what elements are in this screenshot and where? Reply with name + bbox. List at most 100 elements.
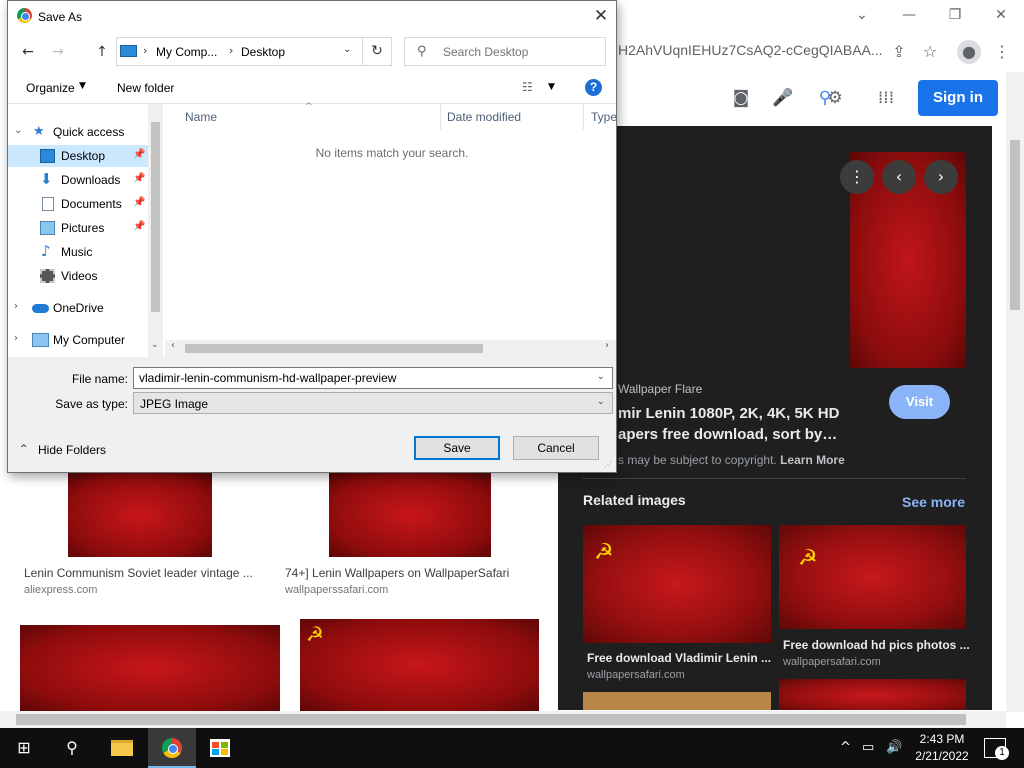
sign-in-button[interactable]: Sign in — [918, 80, 998, 116]
nav-item-videos[interactable]: Videos — [8, 265, 148, 287]
navigation-pane: ⌄ ★ Quick access Desktop 📌 ⬇ Downloads 📌… — [8, 104, 163, 357]
nav-item-documents[interactable]: Documents 📌 — [8, 193, 148, 215]
close-icon[interactable]: ✕ — [588, 4, 614, 28]
network-icon[interactable]: ▭ — [862, 728, 874, 768]
column-header-name[interactable]: Name — [185, 110, 217, 124]
learn-more-link[interactable]: Learn More — [780, 453, 845, 467]
file-name-value[interactable]: vladimir-lenin-communism-hd-wallpaper-pr… — [139, 371, 396, 385]
maximize-icon[interactable]: ❐ — [941, 4, 969, 26]
horizontal-scrollbar-thumb[interactable] — [16, 714, 966, 725]
microphone-icon[interactable]: 🎤 — [771, 86, 795, 110]
nav-item-pictures[interactable]: Pictures 📌 — [8, 217, 148, 239]
chevron-down-icon[interactable]: ⌄ — [597, 397, 605, 407]
chevron-down-icon[interactable]: ⌄ — [151, 340, 159, 350]
pin-icon[interactable]: 📌 — [133, 149, 145, 160]
save-as-type-select[interactable]: JPEG Image ⌄ — [133, 392, 613, 414]
chevron-down-icon[interactable]: ⌄ — [343, 44, 351, 55]
chevron-right-icon[interactable]: › — [229, 44, 233, 57]
chevron-right-icon[interactable]: › — [143, 44, 147, 57]
related-image[interactable] — [583, 692, 771, 710]
address-breadcrumb[interactable]: › My Comp... › Desktop ⌄ — [116, 37, 368, 66]
breadcrumb-desktop[interactable]: Desktop — [241, 45, 285, 59]
minimize-icon[interactable]: — — [895, 4, 923, 26]
result-title[interactable]: 74+] Lenin Wallpapers on WallpaperSafari — [285, 566, 509, 580]
next-icon[interactable]: › — [924, 160, 958, 194]
nav-item-onedrive[interactable]: › OneDrive — [8, 297, 148, 319]
save-button[interactable]: Save — [414, 436, 500, 460]
more-options-icon[interactable]: ⋮ — [840, 160, 874, 194]
camera-icon[interactable]: ◙ — [729, 86, 753, 110]
column-separator[interactable] — [583, 104, 584, 130]
document-icon — [42, 197, 54, 211]
star-icon[interactable]: ☆ — [918, 40, 942, 64]
result-image[interactable] — [329, 473, 491, 557]
back-icon[interactable]: ← — [18, 42, 38, 62]
column-header-date-modified[interactable]: Date modified — [447, 110, 521, 124]
help-icon[interactable]: ? — [585, 79, 602, 96]
pin-icon[interactable]: 📌 — [133, 173, 145, 184]
chevron-right-icon[interactable]: › — [14, 301, 18, 312]
related-image[interactable] — [779, 679, 966, 710]
menu-icon[interactable]: ⋮ — [990, 40, 1014, 64]
address-bar-url[interactable]: H2AhVUqnIEHUz7CsAQ2-cCegQIABAA... — [618, 42, 883, 58]
chevron-down-icon[interactable]: ⌄ — [597, 372, 605, 382]
forward-icon[interactable]: → — [48, 42, 68, 62]
chrome-taskbar-button[interactable] — [148, 728, 196, 768]
apps-icon[interactable]: ⁞⁞⁞ — [874, 86, 898, 110]
refresh-icon[interactable]: ↻ — [362, 37, 392, 66]
nav-item-music[interactable]: ♪ Music — [8, 241, 148, 263]
chevron-down-icon[interactable]: ⌄ — [14, 125, 22, 136]
save-as-type-value: JPEG Image — [140, 397, 209, 411]
profile-icon[interactable]: ● — [957, 40, 981, 64]
nav-item-downloads[interactable]: ⬇ Downloads 📌 — [8, 169, 148, 191]
search-box[interactable]: ⚲ — [404, 37, 606, 66]
column-separator[interactable] — [440, 104, 441, 130]
result-image[interactable] — [20, 625, 280, 711]
settings-icon[interactable]: ⚙ — [823, 86, 847, 110]
show-hidden-icons-icon[interactable]: ^ — [840, 728, 851, 768]
chevron-left-icon[interactable]: ‹ — [171, 340, 175, 351]
preview-source[interactable]: Wallpaper Flare — [618, 382, 702, 396]
chevron-right-icon[interactable]: › — [605, 340, 609, 351]
nav-item-desktop[interactable]: Desktop 📌 — [8, 145, 148, 167]
related-caption[interactable]: Free download hd pics photos ... — [783, 638, 970, 652]
chevron-down-icon[interactable]: ▼ — [548, 82, 555, 92]
see-more-link[interactable]: See more — [902, 494, 965, 510]
result-image[interactable] — [300, 619, 539, 711]
file-explorer-button[interactable] — [98, 728, 146, 768]
share-icon[interactable]: ⇪ — [887, 40, 911, 64]
page-scrollbar-thumb[interactable] — [1010, 140, 1020, 310]
result-title[interactable]: Lenin Communism Soviet leader vintage ..… — [24, 566, 253, 580]
chevron-right-icon[interactable]: › — [14, 333, 18, 344]
nav-item-quick-access[interactable]: ⌄ ★ Quick access — [8, 121, 148, 143]
close-window-icon[interactable]: ✕ — [987, 4, 1015, 26]
search-input[interactable] — [443, 43, 601, 61]
previous-icon[interactable]: ‹ — [882, 160, 916, 194]
volume-icon[interactable]: 🔊 — [886, 728, 902, 768]
nav-item-my-computer[interactable]: › My Computer — [8, 329, 148, 351]
related-caption[interactable]: Free download Vladimir Lenin ... — [587, 651, 771, 665]
visit-button[interactable]: Visit — [889, 385, 950, 419]
tab-search-icon[interactable]: ⌄ — [848, 4, 876, 26]
preview-title[interactable]: mir Lenin 1080P, 2K, 4K, 5K HD apers fre… — [618, 403, 898, 445]
resize-grip-icon[interactable]: ⋰ — [604, 460, 612, 469]
related-image[interactable] — [779, 525, 966, 629]
view-options-icon[interactable]: ☷ — [522, 80, 533, 94]
pin-icon[interactable]: 📌 — [133, 221, 145, 232]
windows-start-icon[interactable]: ⊞ — [0, 728, 48, 768]
navigation-pane-scrollbar-thumb[interactable] — [151, 122, 160, 312]
cancel-button[interactable]: Cancel — [513, 436, 599, 460]
search-icon[interactable]: ⚲ — [48, 728, 96, 768]
column-header-type[interactable]: Type — [591, 110, 617, 124]
up-icon[interactable]: ↑ — [92, 42, 112, 62]
file-name-input[interactable]: vladimir-lenin-communism-hd-wallpaper-pr… — [133, 367, 613, 389]
clock[interactable]: 2:43 PM 2/21/2022 — [910, 731, 974, 765]
new-folder-button[interactable]: New folder — [117, 81, 174, 95]
store-button[interactable] — [196, 728, 244, 768]
file-list-scrollbar-thumb[interactable] — [185, 344, 483, 353]
chevron-down-icon[interactable]: ▼ — [79, 81, 86, 91]
pin-icon[interactable]: 📌 — [133, 197, 145, 208]
result-image[interactable] — [68, 473, 212, 557]
breadcrumb-my-computer[interactable]: My Comp... — [156, 45, 217, 59]
organize-button[interactable]: Organize — [26, 81, 75, 95]
